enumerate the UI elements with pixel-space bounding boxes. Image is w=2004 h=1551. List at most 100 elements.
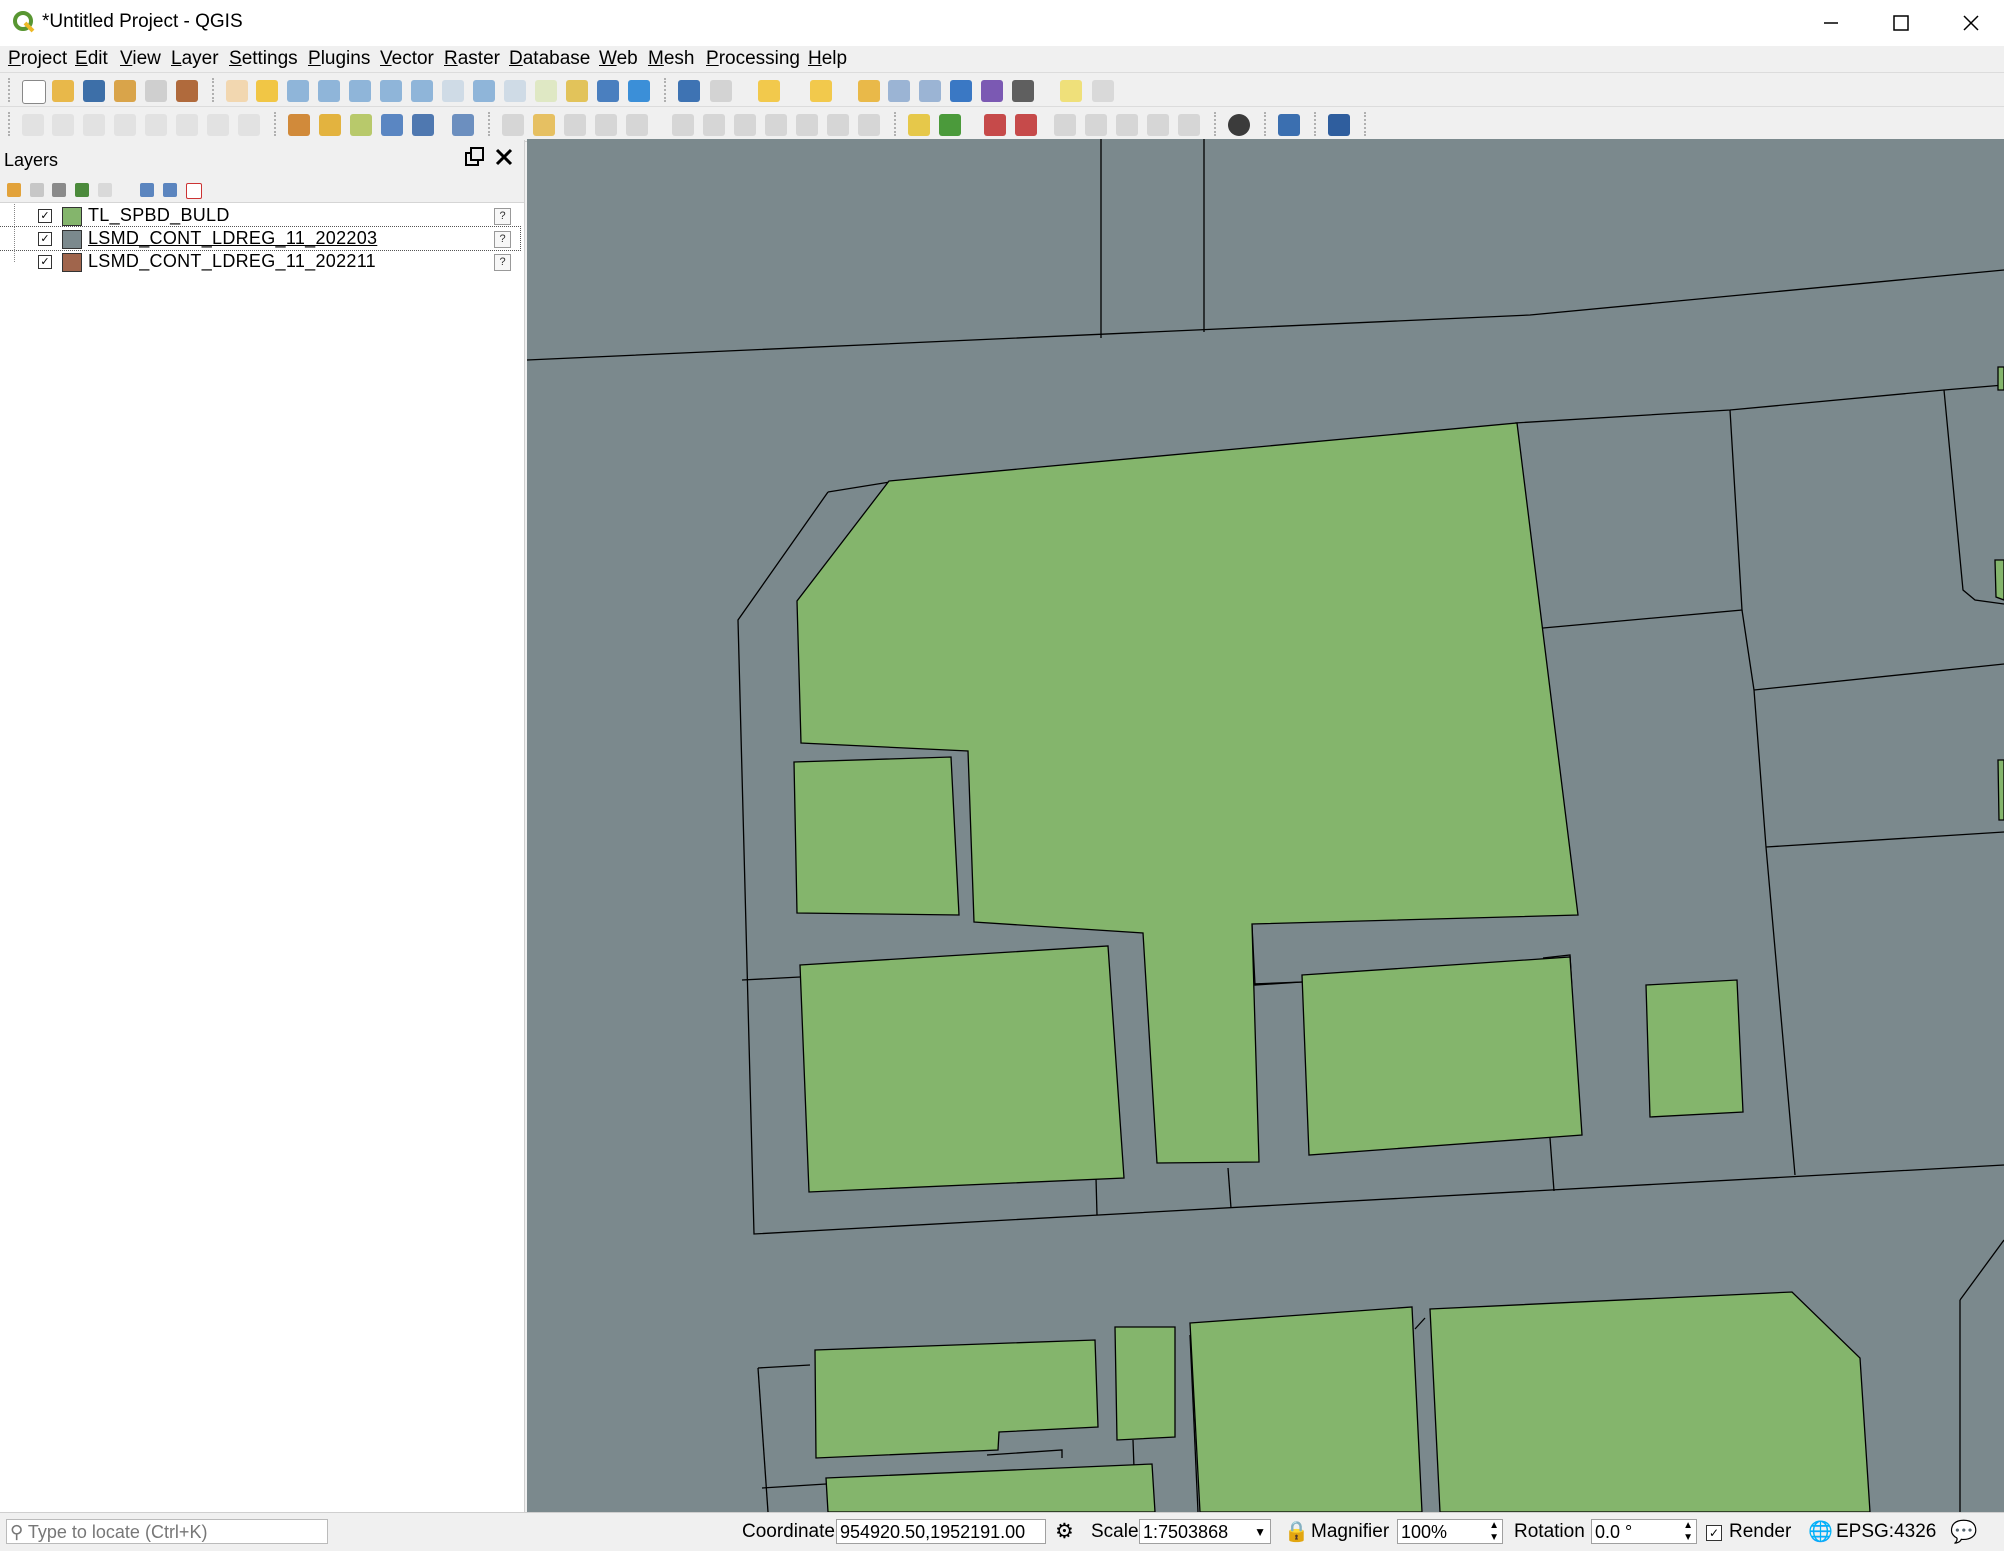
menu-help[interactable]: Help xyxy=(808,46,847,72)
menu-vector[interactable]: Vector xyxy=(380,46,434,72)
toggle-editing-icon[interactable] xyxy=(533,114,555,136)
select-features-icon[interactable] xyxy=(758,80,780,102)
rotation-spinbox[interactable]: 0.0 ° ▲ ▼ xyxy=(1591,1519,1697,1544)
collapse-all-icon[interactable] xyxy=(163,183,177,197)
python-console-icon[interactable] xyxy=(1278,114,1300,136)
layer-symbol-swatch[interactable] xyxy=(62,230,82,249)
crs-button[interactable]: EPSG:4326 xyxy=(1836,1513,1936,1551)
add-virtual-layer-icon[interactable] xyxy=(452,114,474,136)
measure-icon[interactable] xyxy=(1012,80,1034,102)
toolbar-grip[interactable] xyxy=(1314,112,1319,136)
menu-web[interactable]: Web xyxy=(599,46,638,72)
expand-all-icon[interactable] xyxy=(140,183,154,197)
zoom-selection-icon[interactable] xyxy=(380,80,402,102)
toolbar-grip[interactable] xyxy=(1364,112,1369,136)
layer-symbol-swatch[interactable] xyxy=(62,253,82,272)
menu-project[interactable]: Project xyxy=(8,46,67,72)
open-project-icon[interactable] xyxy=(52,80,74,102)
float-panel-icon[interactable] xyxy=(464,146,486,168)
unknown-crs-icon[interactable]: ? xyxy=(494,208,511,225)
filter-legend-icon[interactable] xyxy=(75,183,89,197)
messages-icon[interactable]: 💬 xyxy=(1950,1513,1977,1551)
filter-expression-icon[interactable] xyxy=(98,183,112,197)
change-label-icon[interactable] xyxy=(1147,114,1169,136)
processing-toolbox-icon[interactable] xyxy=(950,80,972,102)
layer-visibility-checkbox[interactable]: ✓ xyxy=(38,232,52,246)
open-layer-styling-icon[interactable] xyxy=(7,183,21,197)
manage-visibility-icon[interactable] xyxy=(52,183,66,197)
delete-selected-icon[interactable] xyxy=(703,114,725,136)
text-annotation-icon[interactable] xyxy=(1092,80,1114,102)
digitize-icon[interactable] xyxy=(207,114,229,136)
zoom-native-icon[interactable] xyxy=(442,80,464,102)
digitize-icon[interactable] xyxy=(176,114,198,136)
layer-visibility-checkbox[interactable]: ✓ xyxy=(38,255,52,269)
zoom-out-icon[interactable] xyxy=(318,80,340,102)
menu-view[interactable]: View xyxy=(120,46,161,72)
toolbar-grip[interactable] xyxy=(1264,112,1269,136)
move-label-icon[interactable] xyxy=(1085,114,1107,136)
current-edits-icon[interactable] xyxy=(502,114,524,136)
show-bookmarks-icon[interactable] xyxy=(597,80,619,102)
select-by-value-icon[interactable] xyxy=(810,80,832,102)
deselect-all-icon[interactable] xyxy=(858,80,880,102)
digitize-icon[interactable] xyxy=(114,114,136,136)
digitize-icon[interactable] xyxy=(83,114,105,136)
statistical-summary-icon[interactable] xyxy=(981,80,1003,102)
toolbar-grip[interactable] xyxy=(664,78,669,102)
save-as-icon[interactable] xyxy=(114,80,136,102)
menu-layer[interactable]: Layer xyxy=(171,46,219,72)
map-features[interactable] xyxy=(527,139,2004,1512)
zoom-next-icon[interactable] xyxy=(504,80,526,102)
label-tool-icon[interactable] xyxy=(908,114,930,136)
print-layout-icon[interactable] xyxy=(145,80,167,102)
attribute-table-icon[interactable] xyxy=(888,80,910,102)
zoom-layer-icon[interactable] xyxy=(411,80,433,102)
data-source-manager-icon[interactable] xyxy=(288,114,310,136)
actions-icon[interactable] xyxy=(710,80,732,102)
unknown-crs-icon[interactable]: ? xyxy=(494,231,511,248)
toggle-extents-icon[interactable]: ⚙ xyxy=(1055,1513,1074,1551)
scale-combobox[interactable]: 1:7503868 ▼ xyxy=(1139,1519,1271,1544)
toolbar-grip[interactable] xyxy=(274,112,279,136)
pan-icon[interactable] xyxy=(226,80,248,102)
unknown-crs-icon[interactable]: ? xyxy=(494,254,511,271)
toolbar-grip[interactable] xyxy=(894,112,899,136)
layer-row-lsmd-cont-ldreg-11-202211[interactable]: ✓ LSMD_CONT_LDREG_11_202211 ? xyxy=(0,250,520,273)
identify-features-icon[interactable] xyxy=(678,80,700,102)
render-checkbox[interactable]: ✓ xyxy=(1706,1525,1722,1541)
zoom-full-icon[interactable] xyxy=(349,80,371,102)
save-project-icon[interactable] xyxy=(83,80,105,102)
digitize-icon[interactable] xyxy=(52,114,74,136)
maximize-button[interactable] xyxy=(1864,0,1934,46)
copy-features-icon[interactable] xyxy=(765,114,787,136)
toolbar-grip[interactable] xyxy=(488,112,493,136)
lock-scale-icon[interactable]: 🔒 xyxy=(1284,1513,1309,1551)
toolbar-grip[interactable] xyxy=(8,78,13,102)
toolbar-grip[interactable] xyxy=(1214,112,1219,136)
zoom-last-icon[interactable] xyxy=(473,80,495,102)
vertex-tool-icon[interactable] xyxy=(626,114,648,136)
add-vector-layer-icon[interactable] xyxy=(350,114,372,136)
refresh-icon[interactable] xyxy=(628,80,650,102)
layer-row-tl-spbd-buld[interactable]: ✓ TL_SPBD_BULD ? xyxy=(0,204,520,227)
pan-to-selection-icon[interactable] xyxy=(256,80,278,102)
menu-raster[interactable]: Raster xyxy=(444,46,500,72)
digitize-icon[interactable] xyxy=(145,114,167,136)
add-group-icon[interactable] xyxy=(30,183,44,197)
new-geopackage-layer-icon[interactable] xyxy=(319,114,341,136)
minimize-button[interactable] xyxy=(1794,0,1864,46)
label-properties-icon[interactable] xyxy=(1178,114,1200,136)
coordinate-field[interactable]: 954920.50,1952191.00 xyxy=(836,1519,1046,1544)
new-bookmark-icon[interactable] xyxy=(566,80,588,102)
style-manager-icon[interactable] xyxy=(176,80,198,102)
layer-visibility-checkbox[interactable]: ✓ xyxy=(38,209,52,223)
menu-edit[interactable]: Edit xyxy=(75,46,108,72)
remove-layer-icon[interactable] xyxy=(186,183,202,199)
menu-processing[interactable]: Processing xyxy=(706,46,800,72)
save-edits-icon[interactable] xyxy=(564,114,586,136)
help-contents-icon[interactable] xyxy=(1328,114,1350,136)
cut-features-icon[interactable] xyxy=(734,114,756,136)
toolbar-grip[interactable] xyxy=(212,78,217,102)
map-tips-icon[interactable] xyxy=(1060,80,1082,102)
